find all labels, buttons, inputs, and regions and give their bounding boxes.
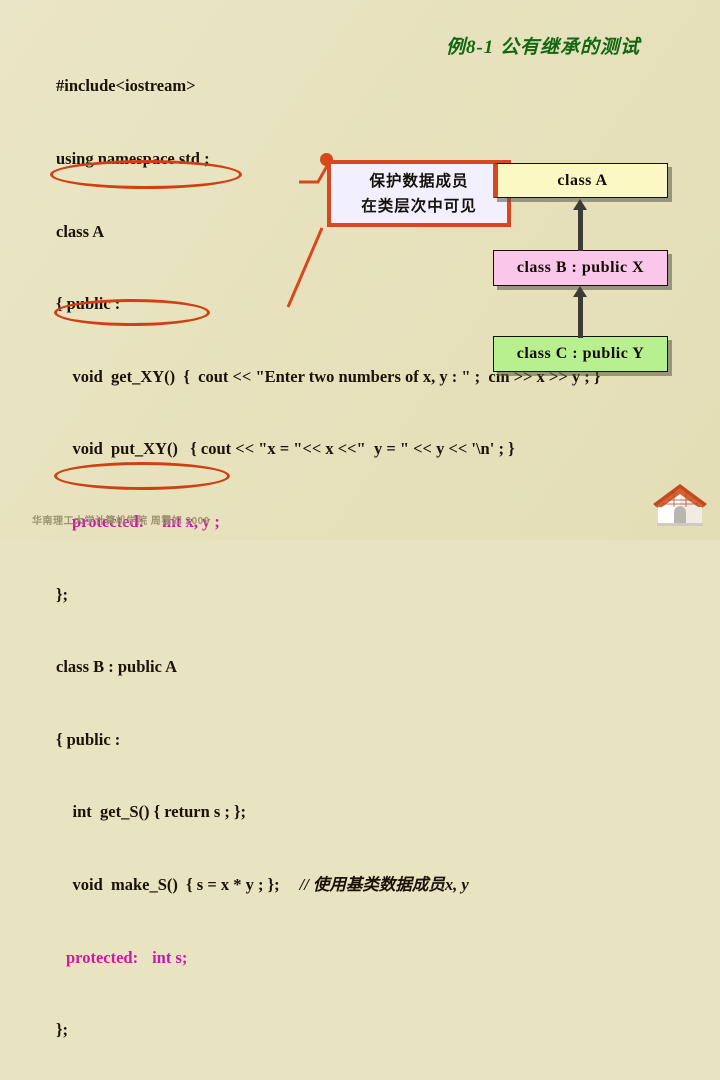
code-line: };: [56, 584, 68, 604]
code-line: };: [56, 1020, 68, 1040]
footer-credit: 华南理工大学计算机学院 周霭如 2009: [32, 516, 210, 527]
callout-line-2: 在类层次中可见: [361, 197, 477, 215]
callout-line-1: 保护数据成员: [369, 172, 469, 190]
code-line: #include<iostream>: [56, 76, 196, 96]
inheritance-arrow-b-to-a-head: [573, 199, 587, 210]
inheritance-arrow-b-to-a-stem: [578, 209, 583, 251]
callout-box-protected-members: 保护数据成员 在类层次中可见: [327, 160, 511, 227]
class-box-b[interactable]: class B : public X: [493, 250, 668, 286]
code-line: { public :: [56, 294, 121, 314]
code-text: void make_S() { s = x * y ; };: [56, 874, 280, 894]
code-line: { public :: [56, 729, 121, 749]
code-line: int get_S() { return s ; };: [56, 802, 247, 822]
code-line-make-s: void make_S() { s = x * y ; }; // 使用基类数据成…: [56, 873, 696, 897]
protected-keyword: protected:: [66, 947, 139, 967]
code-line: void put_XY() { cout << "x = "<< x <<" y…: [56, 439, 515, 459]
code-line: class B : public A: [56, 657, 178, 677]
class-box-a[interactable]: class A: [493, 163, 668, 198]
inheritance-arrow-c-to-b-stem: [578, 296, 583, 338]
class-box-a-label: class A: [557, 171, 608, 189]
class-box-c[interactable]: class C : public Y: [493, 336, 668, 372]
protected-members: int s;: [152, 947, 188, 967]
class-box-c-label: class C : public Y: [516, 345, 645, 362]
code-comment-cn: // 使用基类数据成员x, y: [299, 874, 469, 894]
slide-canvas: 例8-1 公有继承的测试 #include<iostream> using na…: [0, 0, 720, 1039]
inheritance-arrow-c-to-b-head: [573, 286, 587, 297]
home-icon[interactable]: [650, 478, 710, 530]
class-box-b-label: class B : public X: [516, 259, 645, 276]
code-line-protected-b: protected: int s;: [56, 946, 696, 970]
